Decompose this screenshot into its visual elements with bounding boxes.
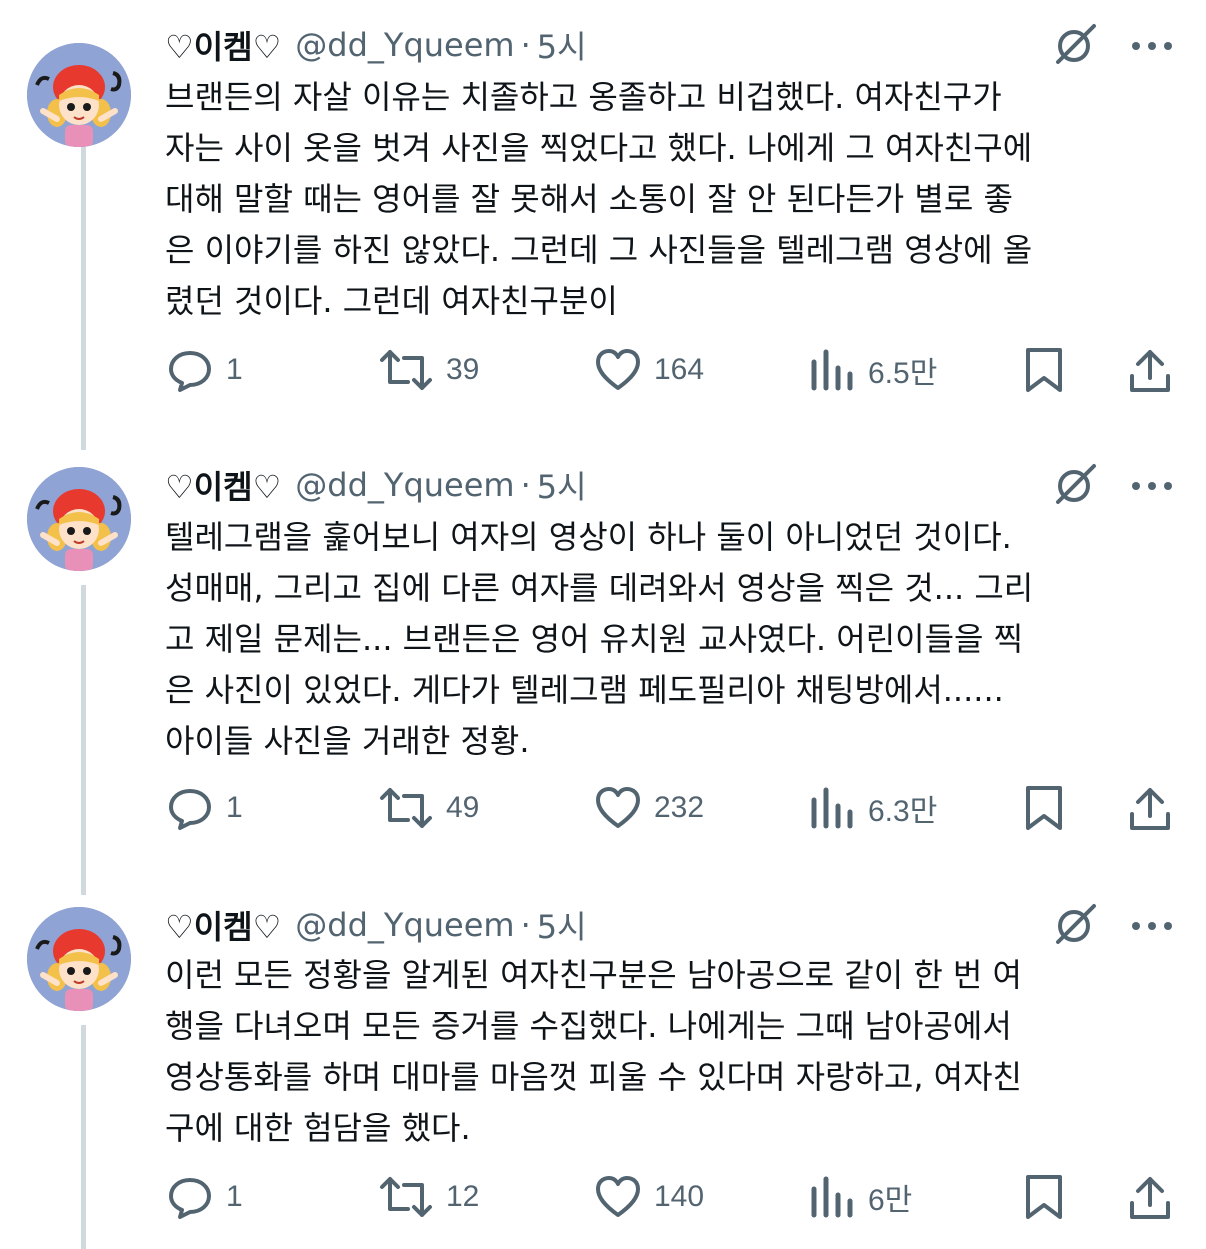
heart-icon bbox=[596, 349, 640, 390]
share-button[interactable] bbox=[1126, 1172, 1174, 1222]
avatar[interactable] bbox=[27, 43, 131, 147]
retweet-button[interactable]: 39 bbox=[378, 345, 479, 395]
tweet-header: ♡이켐♡ @dd_Yqueem · 5시 bbox=[165, 460, 587, 510]
retweet-button[interactable]: 49 bbox=[378, 783, 479, 833]
reply-count: 1 bbox=[226, 791, 243, 824]
separator: · bbox=[520, 906, 531, 944]
separator: · bbox=[520, 26, 531, 64]
retweet-button[interactable]: 12 bbox=[378, 1172, 479, 1222]
grok-icon[interactable] bbox=[1052, 900, 1100, 948]
reply-button[interactable]: 1 bbox=[166, 783, 243, 833]
reply-bubble-icon bbox=[169, 789, 211, 830]
views-bars-icon bbox=[811, 349, 853, 391]
reply-bubble-icon bbox=[169, 1178, 211, 1219]
more-dots-icon[interactable] bbox=[1128, 916, 1176, 936]
views-bars-icon bbox=[811, 1176, 853, 1218]
views-count: 6.5만 bbox=[868, 357, 938, 390]
cartoon-girl-avatar-icon bbox=[27, 43, 131, 147]
bookmark-icon bbox=[1026, 348, 1062, 392]
retweet-icon bbox=[380, 1177, 432, 1217]
timestamp[interactable]: 5시 bbox=[537, 462, 587, 508]
thread-line bbox=[81, 585, 86, 895]
cartoon-girl-avatar-icon bbox=[27, 467, 131, 571]
retweet-count: 39 bbox=[446, 353, 480, 386]
heart-icon bbox=[596, 787, 640, 828]
share-button[interactable] bbox=[1126, 345, 1174, 395]
reply-count: 1 bbox=[226, 353, 243, 386]
reply-count: 1 bbox=[226, 1180, 243, 1213]
user-handle[interactable]: @dd_Yqueem bbox=[295, 906, 514, 944]
like-button[interactable]: 140 bbox=[594, 1172, 704, 1222]
retweet-count: 49 bbox=[446, 791, 480, 824]
reply-button[interactable]: 1 bbox=[166, 345, 243, 395]
share-icon bbox=[1130, 350, 1170, 392]
bookmark-button[interactable] bbox=[1020, 1172, 1068, 1222]
avatar[interactable] bbox=[27, 907, 131, 1011]
display-name[interactable]: ♡이켐♡ bbox=[165, 22, 281, 68]
avatar[interactable] bbox=[27, 467, 131, 571]
like-count: 164 bbox=[654, 353, 705, 386]
like-count: 232 bbox=[654, 791, 705, 824]
reply-bubble-icon bbox=[169, 351, 211, 392]
share-icon bbox=[1130, 1177, 1170, 1219]
separator: · bbox=[520, 466, 531, 504]
retweet-icon bbox=[380, 788, 432, 828]
more-dots-icon[interactable] bbox=[1128, 476, 1176, 496]
like-count: 140 bbox=[654, 1180, 705, 1213]
thread-line bbox=[81, 145, 86, 450]
views-button[interactable]: 6.5만 bbox=[808, 345, 937, 395]
grok-icon[interactable] bbox=[1052, 20, 1100, 68]
retweet-icon bbox=[380, 350, 432, 390]
share-button[interactable] bbox=[1126, 783, 1174, 833]
display-name[interactable]: ♡이켐♡ bbox=[165, 462, 281, 508]
share-icon bbox=[1130, 788, 1170, 830]
tweet-text: 텔레그램을 훑어보니 여자의 영상이 하나 둘이 아니었던 것이다. 성매매, … bbox=[165, 518, 1034, 760]
reply-button[interactable]: 1 bbox=[166, 1172, 243, 1222]
views-button[interactable]: 6.3만 bbox=[808, 783, 937, 833]
timestamp[interactable]: 5시 bbox=[537, 22, 587, 68]
views-count: 6만 bbox=[868, 1184, 913, 1217]
thread-line bbox=[81, 1025, 86, 1249]
cartoon-girl-avatar-icon bbox=[27, 907, 131, 1011]
timestamp[interactable]: 5시 bbox=[537, 902, 587, 948]
user-handle[interactable]: @dd_Yqueem bbox=[295, 26, 514, 64]
like-button[interactable]: 232 bbox=[594, 783, 704, 833]
more-dots-icon[interactable] bbox=[1128, 36, 1176, 56]
views-bars-icon bbox=[811, 787, 853, 829]
like-button[interactable]: 164 bbox=[594, 345, 704, 395]
user-handle[interactable]: @dd_Yqueem bbox=[295, 466, 514, 504]
tweet-text: 이런 모든 정황을 알게된 여자친구분은 남아공으로 같이 한 번 여 행을 다… bbox=[165, 956, 1022, 1147]
heart-icon bbox=[596, 1176, 640, 1217]
display-name[interactable]: ♡이켐♡ bbox=[165, 902, 281, 948]
retweet-count: 12 bbox=[446, 1180, 480, 1213]
bookmark-icon bbox=[1026, 1175, 1062, 1219]
tweet-header: ♡이켐♡ @dd_Yqueem · 5시 bbox=[165, 20, 587, 70]
bookmark-icon bbox=[1026, 786, 1062, 830]
tweet-header: ♡이켐♡ @dd_Yqueem · 5시 bbox=[165, 900, 587, 950]
views-button[interactable]: 6만 bbox=[808, 1172, 912, 1222]
bookmark-button[interactable] bbox=[1020, 783, 1068, 833]
grok-icon[interactable] bbox=[1052, 460, 1100, 508]
tweet-text: 브랜든의 자살 이유는 치졸하고 옹졸하고 비겁했다. 여자친구가 자는 사이 … bbox=[165, 78, 1033, 320]
bookmark-button[interactable] bbox=[1020, 345, 1068, 395]
views-count: 6.3만 bbox=[868, 795, 938, 828]
